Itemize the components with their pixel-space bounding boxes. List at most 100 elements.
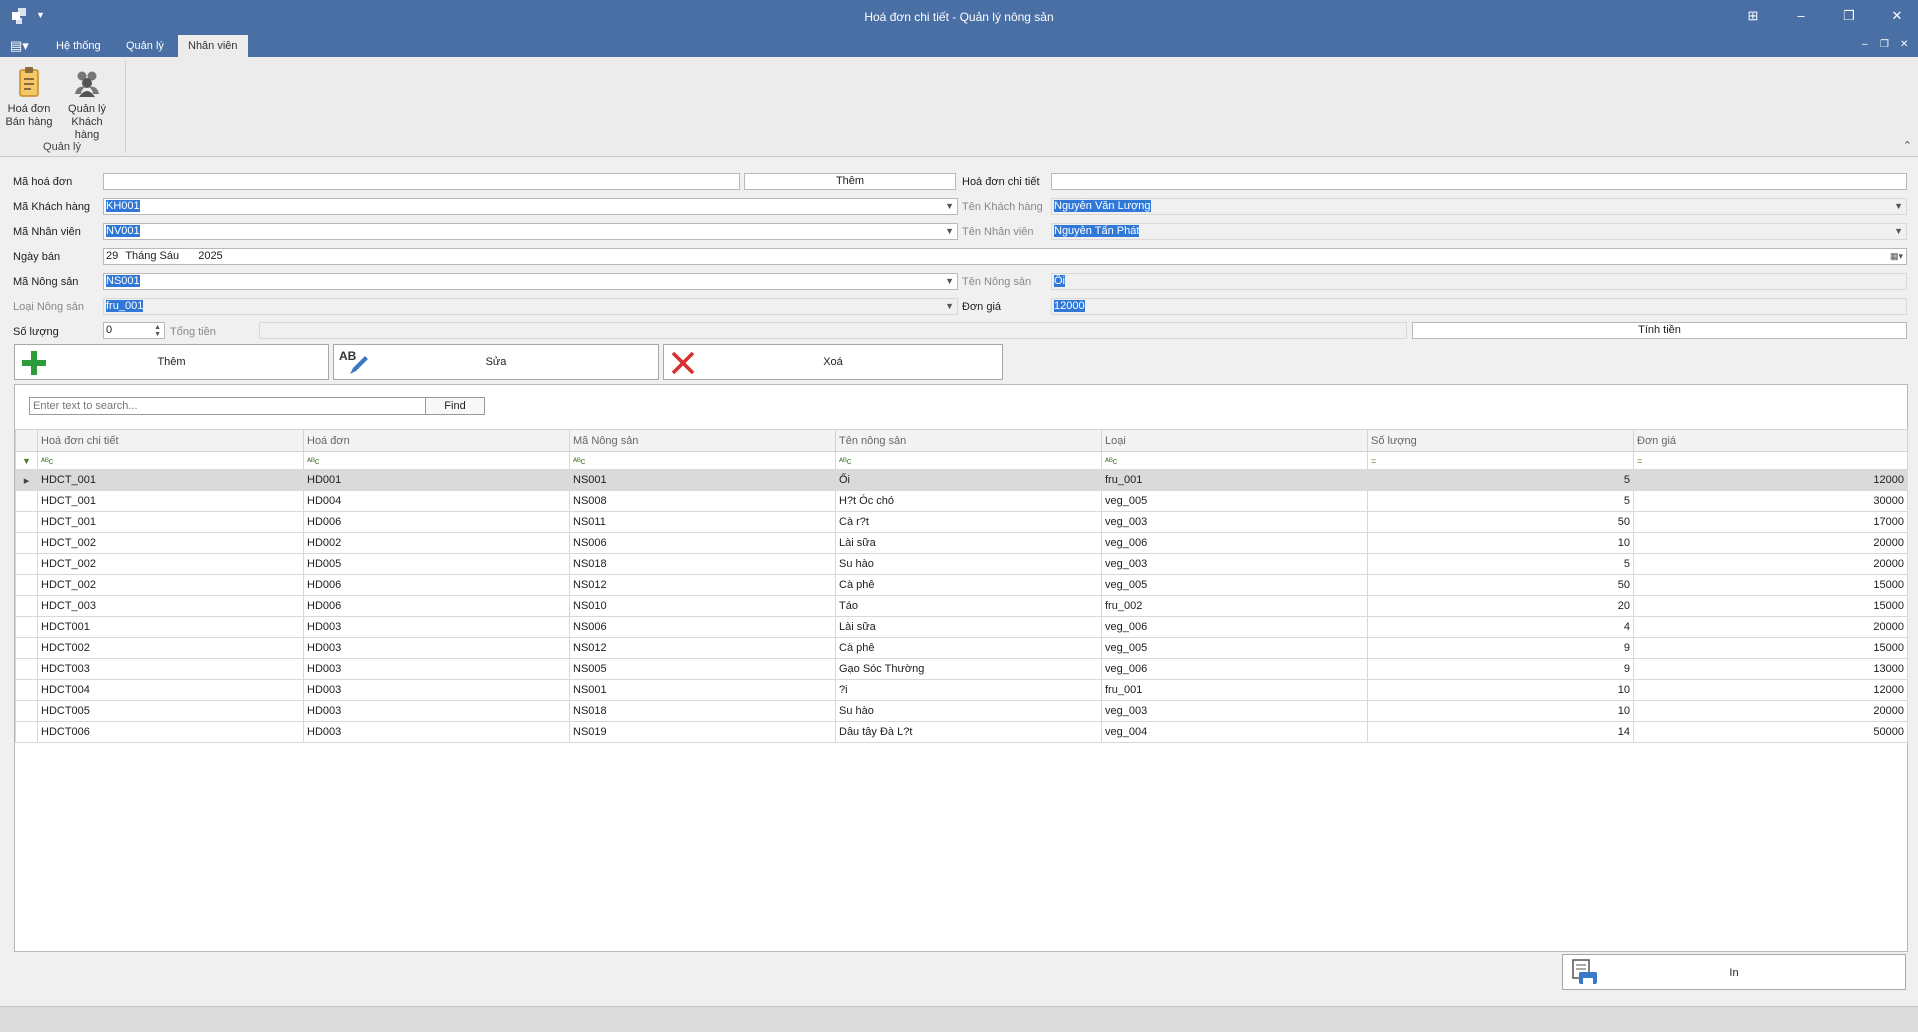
table-cell[interactable]: veg_003: [1101, 553, 1368, 575]
ma-nhan-vien-combo[interactable]: NV001 ▼: [103, 223, 958, 240]
table-cell[interactable]: NS012: [569, 574, 836, 596]
table-cell[interactable]: 20000: [1633, 532, 1908, 554]
table-cell[interactable]: 5: [1367, 469, 1634, 491]
table-cell[interactable]: veg_005: [1101, 490, 1368, 512]
current-row-indicator-icon[interactable]: ▸: [15, 469, 38, 491]
table-cell[interactable]: HD003: [303, 658, 570, 680]
table-cell[interactable]: NS006: [569, 532, 836, 554]
col-don-gia[interactable]: Đơn giá: [1633, 429, 1908, 452]
table-cell[interactable]: veg_006: [1101, 532, 1368, 554]
table-row[interactable]: HDCT_003 HD006 NS010 Táo fru_002 20 15000: [15, 595, 1908, 617]
mdi-minimize-icon[interactable]: –: [1862, 39, 1868, 50]
filter-cell[interactable]: ᴬᴮc: [1101, 451, 1368, 470]
table-cell[interactable]: 20000: [1633, 616, 1908, 638]
table-cell[interactable]: NS006: [569, 616, 836, 638]
row-indicator[interactable]: [15, 700, 38, 722]
table-cell[interactable]: NS008: [569, 490, 836, 512]
so-luong-spinner[interactable]: 0 ▲ ▼: [103, 322, 165, 339]
tab-nhan-vien[interactable]: Nhân viên: [178, 35, 248, 57]
table-cell[interactable]: 30000: [1633, 490, 1908, 512]
close-icon[interactable]: ✕: [1882, 6, 1912, 26]
mdi-close-icon[interactable]: ✕: [1900, 39, 1908, 50]
filter-cell[interactable]: ᴬᴮc: [835, 451, 1102, 470]
filter-icon[interactable]: ▼: [15, 451, 38, 470]
table-cell[interactable]: NS001: [569, 469, 836, 491]
row-indicator[interactable]: [15, 658, 38, 680]
grid-search-input[interactable]: Enter text to search...: [29, 397, 435, 415]
ten-nong-san-field[interactable]: Ổi: [1051, 273, 1907, 290]
table-cell[interactable]: veg_003: [1101, 700, 1368, 722]
table-row[interactable]: HDCT002 HD003 NS012 Cà phê veg_005 9 15000: [15, 637, 1908, 659]
table-cell[interactable]: NS018: [569, 700, 836, 722]
table-cell[interactable]: 9: [1367, 637, 1634, 659]
table-row[interactable]: HDCT_002 HD006 NS012 Cà phê veg_005 50 15000: [15, 574, 1908, 596]
table-cell[interactable]: Táo: [835, 595, 1102, 617]
table-cell[interactable]: veg_003: [1101, 511, 1368, 533]
table-cell[interactable]: 15000: [1633, 574, 1908, 596]
mdi-restore-icon[interactable]: ❐: [1880, 39, 1889, 50]
table-row[interactable]: HDCT_001 HD004 NS008 H?t Óc chó veg_005 5 3000…: [15, 490, 1908, 512]
table-cell[interactable]: HD003: [303, 679, 570, 701]
table-row[interactable]: HDCT_002 HD005 NS018 Su hào veg_003 5 20000: [15, 553, 1908, 575]
ngay-ban-datepicker[interactable]: 29 Tháng Sáu 2025 ▦▾: [103, 248, 1907, 265]
table-cell[interactable]: NS012: [569, 637, 836, 659]
table-cell[interactable]: Gạo Sóc Thường: [835, 658, 1102, 680]
col-loai[interactable]: Loại: [1101, 429, 1368, 452]
table-cell[interactable]: veg_004: [1101, 721, 1368, 743]
table-cell[interactable]: 10: [1367, 700, 1634, 722]
table-cell[interactable]: 5: [1367, 490, 1634, 512]
table-cell[interactable]: 17000: [1633, 511, 1908, 533]
table-cell[interactable]: 13000: [1633, 658, 1908, 680]
table-cell[interactable]: fru_001: [1101, 679, 1368, 701]
table-row[interactable]: HDCT_001 HD006 NS011 Cà r?t veg_003 50 17000: [15, 511, 1908, 533]
don-gia-field[interactable]: 12000: [1051, 298, 1907, 315]
table-row[interactable]: HDCT006 HD003 NS019 Dâu tây Đà L?t veg_004 14…: [15, 721, 1908, 743]
table-row[interactable]: HDCT004 HD003 NS001 ?i fru_001 10 12000: [15, 679, 1908, 701]
table-cell[interactable]: HD002: [303, 532, 570, 554]
table-cell[interactable]: NS011: [569, 511, 836, 533]
table-cell[interactable]: 4: [1367, 616, 1634, 638]
filter-cell[interactable]: ᴬᴮc: [303, 451, 570, 470]
quan-ly-khach-hang-button[interactable]: Quản lý Khách hàng: [58, 65, 116, 142]
table-cell[interactable]: 50: [1367, 511, 1634, 533]
table-cell[interactable]: veg_005: [1101, 574, 1368, 596]
tinh-tien-button[interactable]: Tính tiền: [1412, 322, 1907, 339]
table-cell[interactable]: 10: [1367, 532, 1634, 554]
tong-tien-field[interactable]: [259, 322, 1407, 339]
table-cell[interactable]: HD003: [303, 616, 570, 638]
ten-nhan-vien-combo[interactable]: Nguyễn Tấn Phát ▼: [1051, 223, 1907, 240]
col-so-luong[interactable]: Số lượng: [1367, 429, 1634, 452]
chevron-down-icon[interactable]: ▼: [945, 274, 954, 289]
table-cell[interactable]: Lài sữa: [835, 616, 1102, 638]
hoa-don-chi-tiet-input[interactable]: [1051, 173, 1907, 190]
table-cell[interactable]: 10: [1367, 679, 1634, 701]
table-cell[interactable]: HD006: [303, 511, 570, 533]
table-cell[interactable]: 20: [1367, 595, 1634, 617]
table-cell[interactable]: fru_002: [1101, 595, 1368, 617]
table-cell[interactable]: Cà phê: [835, 574, 1102, 596]
table-cell[interactable]: fru_001: [1101, 469, 1368, 491]
ten-khach-hang-combo[interactable]: Nguyễn Văn Lượng ▼: [1051, 198, 1907, 215]
table-cell[interactable]: Su hào: [835, 553, 1102, 575]
table-cell[interactable]: HDCT006: [37, 721, 304, 743]
ma-khach-hang-combo[interactable]: KH001 ▼: [103, 198, 958, 215]
table-cell[interactable]: HD003: [303, 721, 570, 743]
table-cell[interactable]: HD001: [303, 469, 570, 491]
table-cell[interactable]: 5: [1367, 553, 1634, 575]
table-cell[interactable]: HDCT005: [37, 700, 304, 722]
table-cell[interactable]: Lài sữa: [835, 532, 1102, 554]
filter-cell[interactable]: ᴬᴮc: [569, 451, 836, 470]
table-cell[interactable]: H?t Óc chó: [835, 490, 1102, 512]
tab-quan-ly[interactable]: Quản lý: [116, 35, 174, 57]
table-cell[interactable]: HDCT001: [37, 616, 304, 638]
table-cell[interactable]: HDCT004: [37, 679, 304, 701]
table-cell[interactable]: HDCT_001: [37, 469, 304, 491]
sua-button[interactable]: AB Sửa: [333, 344, 659, 380]
table-row[interactable]: HDCT_002 HD002 NS006 Lài sữa veg_006 10 20000: [15, 532, 1908, 554]
row-indicator[interactable]: [15, 679, 38, 701]
table-cell[interactable]: HD003: [303, 700, 570, 722]
tab-he-thong[interactable]: Hệ thống: [46, 35, 111, 57]
table-cell[interactable]: Cà phê: [835, 637, 1102, 659]
table-cell[interactable]: HDCT_003: [37, 595, 304, 617]
table-cell[interactable]: Dâu tây Đà L?t: [835, 721, 1102, 743]
